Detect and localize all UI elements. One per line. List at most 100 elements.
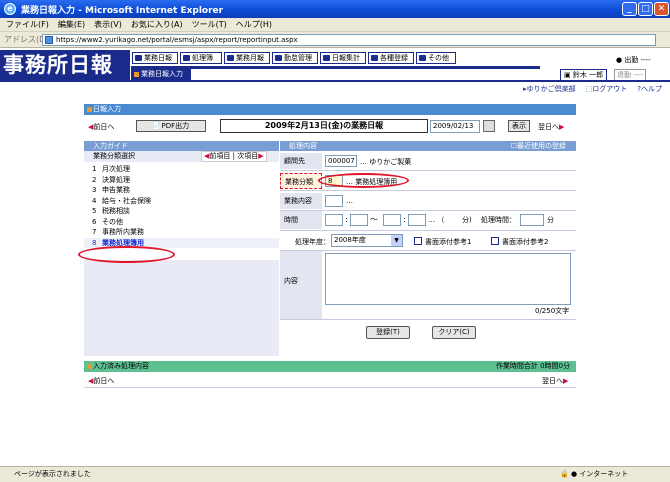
guide-subtitle-text: 業務分類選択 — [93, 152, 135, 160]
done-bar: 入力済み処理内容 作業時間合計 0時間0分 — [84, 361, 576, 372]
clock-out-text: 退勤 ---- — [617, 71, 644, 79]
guide-list: 1 月次処理 2 決算処理 3 申告業務 4 給与・社会保険 5 税務相談 6 その他 7事… — [84, 164, 279, 248]
attach1-label: 書面添付参考1 — [425, 238, 472, 246]
app-logo: 事務所日報 — [0, 50, 130, 80]
menu-favorites[interactable]: お気に入り(A) — [131, 19, 183, 30]
category-label: 業務分類 — [280, 173, 322, 189]
ellipsis: … — [346, 197, 353, 205]
guide-header: 入力ガイド — [84, 141, 279, 151]
prev-day-link[interactable]: ◀前日へ — [88, 122, 114, 132]
nav-icon — [183, 55, 190, 61]
clock-in-status: ● 出勤 ---- — [616, 56, 651, 64]
start-hour-input[interactable] — [325, 214, 343, 226]
content-code-input[interactable] — [325, 195, 343, 207]
show-button[interactable]: 表示 — [508, 120, 530, 132]
date-bar: ◀前日へ 📄PDF出力 2009年2月13日(金)の業務日報 2009/02/1… — [84, 118, 576, 135]
menu-tools[interactable]: ツール(T) — [192, 19, 227, 30]
next-day-link[interactable]: 翌日へ▶ — [538, 122, 564, 132]
menu-file[interactable]: ファイル(F) — [6, 19, 49, 30]
menubar: ファイル(F) 編集(E) 表示(V) お気に入り(A) ツール(T) ヘルプ(… — [0, 18, 670, 32]
guide-item[interactable]: 3 申告業務 — [84, 185, 279, 196]
window-title: 業務日報入力 - Microsoft Internet Explorer — [21, 5, 224, 16]
minutes-label: 分) — [462, 216, 472, 224]
minimize-button[interactable]: _ — [622, 2, 637, 16]
link-help[interactable]: ?ヘルプ — [637, 84, 662, 94]
year-value: 2008年度 — [334, 236, 366, 244]
nav-icon — [135, 55, 142, 61]
register-button[interactable]: 登録(T) — [366, 326, 410, 339]
date-input[interactable]: 2009/02/13 — [430, 120, 480, 133]
memo-textarea[interactable] — [325, 253, 571, 305]
end-hour-input[interactable] — [383, 214, 401, 226]
clear-button[interactable]: クリア(C) — [432, 326, 476, 339]
calendar-icon[interactable] — [483, 120, 495, 132]
pdf-button[interactable]: 📄PDF出力 — [136, 120, 206, 132]
content-label: 業務内容 — [280, 193, 322, 209]
nav-icon — [419, 55, 426, 61]
address-url: https://www2.yurikago.net/portal/esmsj/a… — [56, 36, 298, 44]
status-text: ページが表示されました — [14, 470, 91, 478]
guide-item[interactable]: 1 月次処理 — [84, 164, 279, 175]
breadcrumb: 業務日報入力 — [131, 69, 191, 80]
end-minute-input[interactable] — [408, 214, 426, 226]
nav-monthly-report[interactable]: 業務月報 — [224, 52, 270, 64]
nav-report-summary[interactable]: 日報集計 — [320, 52, 366, 64]
nav-label: その他 — [428, 54, 449, 62]
recent-link[interactable]: ☐最近使用の登録 — [511, 141, 566, 151]
menu-edit[interactable]: 編集(E) — [58, 19, 85, 30]
link-company[interactable]: ▸ゆりかご倶楽部 — [523, 84, 576, 94]
link-logout[interactable]: ⬚ログアウト — [586, 84, 628, 94]
year-select[interactable]: 2008年度 ▼ — [331, 234, 403, 247]
nav-icon — [227, 55, 234, 61]
year-label: 処理年度： — [295, 238, 330, 246]
divider — [280, 230, 576, 231]
client-code-input[interactable]: 000007 — [325, 155, 357, 167]
nav-registrations[interactable]: 各種登録 — [368, 52, 414, 64]
colon: : — [403, 215, 406, 224]
guide-item[interactable]: 6 その他 — [84, 217, 279, 228]
nav-daily-report[interactable]: 業務日報 — [132, 52, 178, 64]
address-bar: アドレス(D) https://www2.yurikago.net/portal… — [0, 32, 670, 48]
highlight-oval — [78, 246, 175, 263]
proc-time-input[interactable] — [520, 214, 544, 226]
report-title: 2009年2月13日(金)の業務日報 — [220, 119, 428, 133]
colon: : — [345, 215, 348, 224]
address-input[interactable]: https://www2.yurikago.net/portal/esmsj/a… — [42, 34, 656, 46]
prev-day-link-bottom[interactable]: ◀前日へ — [88, 376, 114, 386]
done-title: 入力済み処理内容 — [93, 362, 149, 370]
maximize-button[interactable]: □ — [638, 2, 653, 16]
divider — [280, 319, 576, 320]
start-minute-input[interactable] — [350, 214, 368, 226]
nav-other[interactable]: その他 — [416, 52, 456, 64]
next-day-link-bottom[interactable]: 翌日へ▶ — [542, 376, 568, 386]
guide-nav: ◀前項目 | 次項目▶ — [201, 151, 267, 162]
ie-icon: e — [4, 3, 16, 15]
attach1-checkbox[interactable] — [414, 237, 422, 245]
zone: 🔒 ● インターネット — [560, 470, 629, 478]
guide-item[interactable]: 5 税務相談 — [84, 206, 279, 217]
guide-item[interactable]: 2 決算処理 — [84, 175, 279, 186]
nav-icon — [275, 55, 282, 61]
nav-process-book[interactable]: 処理簿 — [180, 52, 222, 64]
divider — [280, 190, 576, 191]
nav-attendance[interactable]: 勤怠管理 — [272, 52, 318, 64]
divider — [84, 387, 576, 388]
proc-time-label: 処理時間： — [481, 216, 516, 224]
divider — [280, 210, 576, 211]
status-bar: ページが表示されました 🔒 ● インターネット — [0, 466, 670, 482]
close-button[interactable]: ✕ — [654, 2, 669, 16]
user-name: 鈴木 一郎 — [572, 71, 604, 79]
nav-label: 業務日報 — [144, 54, 172, 62]
divider — [280, 250, 576, 251]
menu-help[interactable]: ヘルプ(H) — [236, 19, 272, 30]
menu-view[interactable]: 表示(V) — [94, 19, 122, 30]
guide-item[interactable]: 7 事務所内業務 — [84, 227, 279, 238]
chevron-down-icon: ▼ — [391, 235, 402, 246]
guide-item[interactable]: 4 給与・社会保険 — [84, 196, 279, 207]
client-name: … ゆりかご製菓 — [360, 158, 412, 166]
next-item-link[interactable]: 次項目 — [237, 152, 258, 160]
attach2-checkbox[interactable] — [491, 237, 499, 245]
attach2-label: 書面添付参考2 — [502, 238, 549, 246]
nav-label: 処理簿 — [192, 54, 213, 62]
prev-item-link[interactable]: 前項目 — [209, 152, 230, 160]
